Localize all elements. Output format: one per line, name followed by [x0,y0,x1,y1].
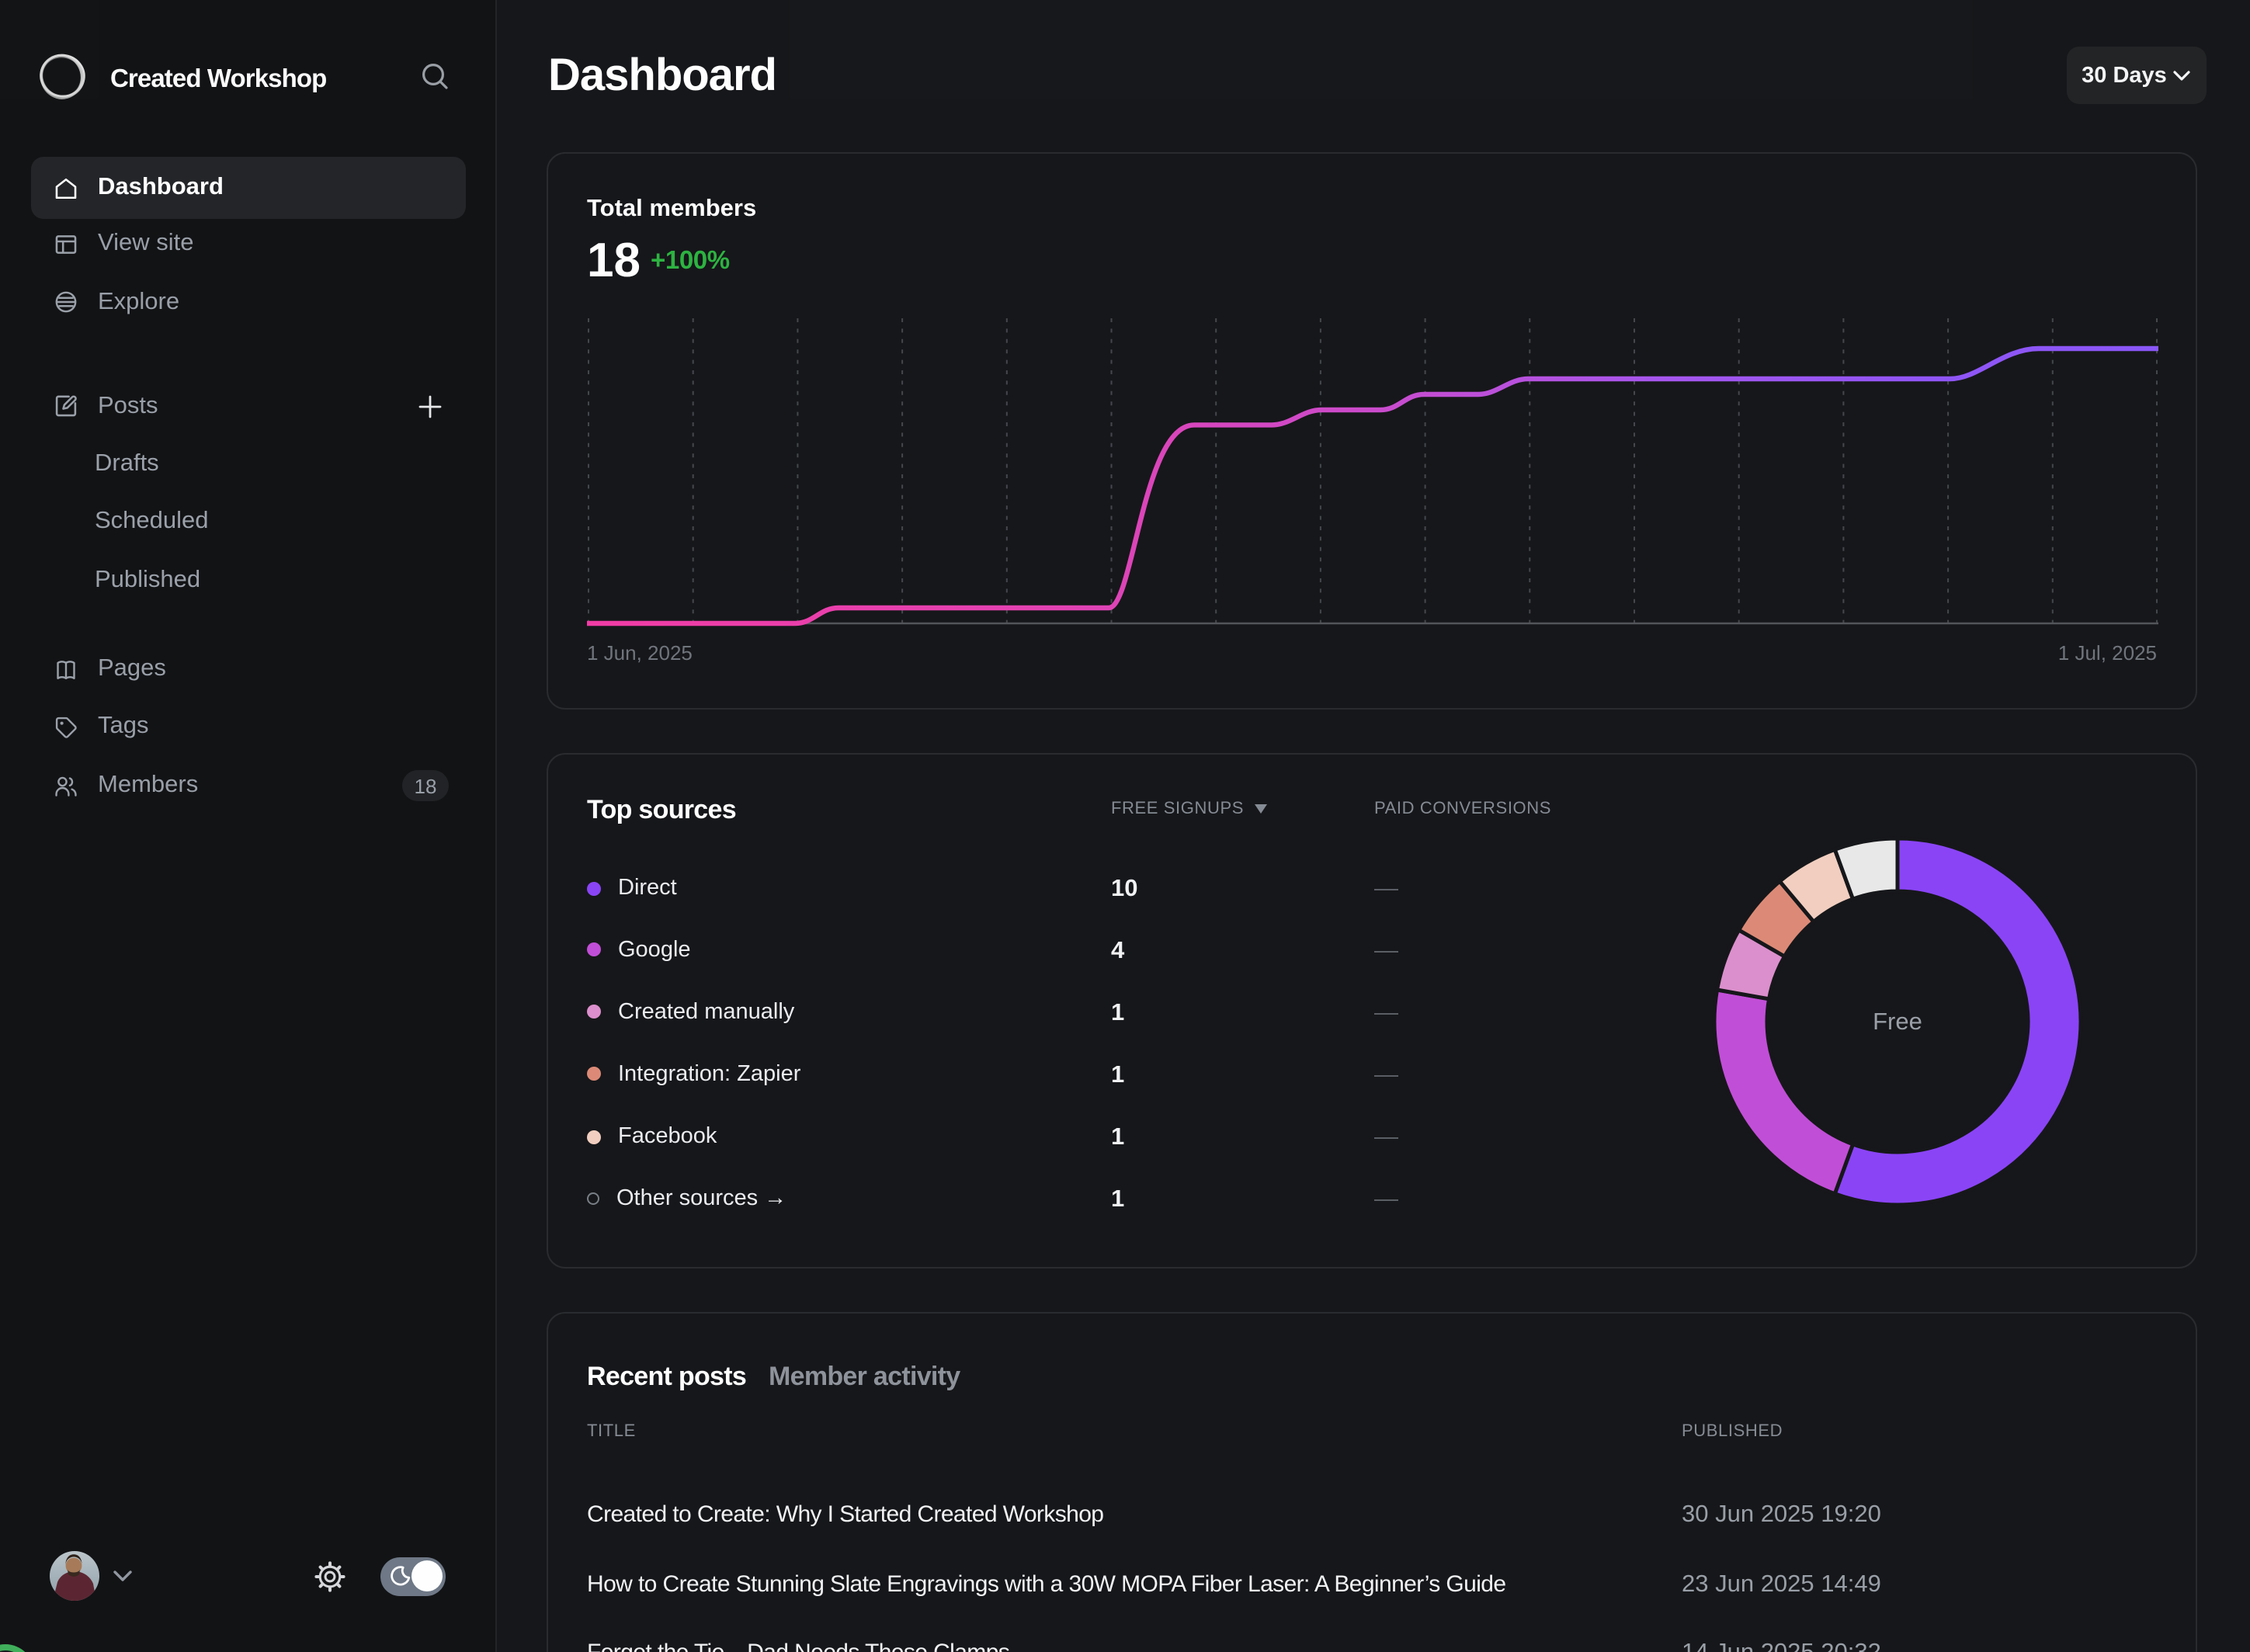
svg-text:1 Jul, 2025: 1 Jul, 2025 [2058,641,2157,665]
svg-text:Free: Free [1873,1008,1922,1035]
svg-text:1 Jun, 2025: 1 Jun, 2025 [587,641,693,665]
